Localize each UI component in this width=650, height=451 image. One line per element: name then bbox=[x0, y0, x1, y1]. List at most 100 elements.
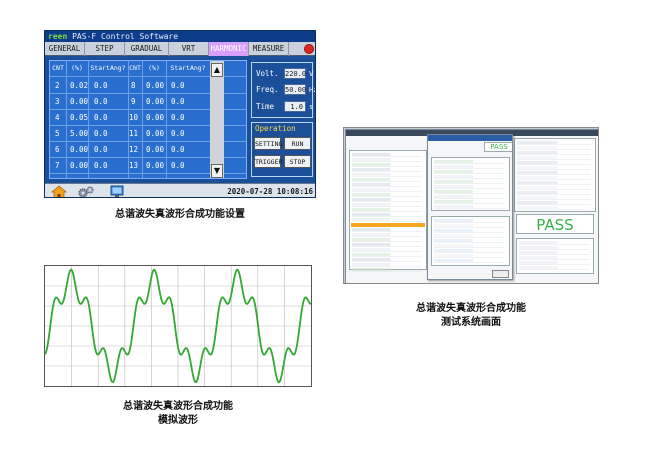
tab-gradual[interactable]: GRADUAL bbox=[125, 42, 169, 56]
table-cell-cnt: 7 bbox=[55, 161, 60, 170]
time-label: Time bbox=[256, 102, 275, 111]
list-item bbox=[517, 176, 591, 180]
operation-title: Operation bbox=[255, 124, 296, 133]
table-cell-angle[interactable]: 0.0 bbox=[94, 94, 108, 109]
table-cell-angle[interactable]: 0.0 bbox=[94, 126, 108, 141]
list-item bbox=[434, 200, 505, 204]
table-cell-angle[interactable]: 0.0 bbox=[94, 142, 108, 157]
stop-button[interactable]: STOP bbox=[284, 155, 311, 168]
list-item bbox=[434, 175, 505, 179]
list-item bbox=[352, 228, 422, 232]
tab-bar: GENERAL STEP GRADUAL VRT HARMONIC MEASUR… bbox=[45, 42, 315, 56]
list-item bbox=[434, 224, 505, 228]
table-cell-pct[interactable]: 0.00 bbox=[146, 78, 164, 93]
home-icon[interactable] bbox=[51, 185, 67, 198]
table-cell-pct[interactable]: 0.00 bbox=[70, 158, 88, 173]
table-cell-pct[interactable]: 5.00 bbox=[70, 126, 88, 141]
setting-button[interactable]: SETTING bbox=[254, 137, 282, 150]
table-cell-angle[interactable]: 0.0 bbox=[171, 142, 185, 157]
datetime-display: 2020-07-28 10:08:16 bbox=[227, 187, 313, 196]
scroll-up-button[interactable]: ▲ bbox=[211, 63, 223, 77]
waveform-plot bbox=[44, 265, 312, 387]
list-item bbox=[352, 158, 422, 162]
table-cell-cnt: 10 bbox=[129, 113, 139, 122]
caption-test-line2: 测试系统画面 bbox=[441, 317, 501, 328]
settings-gears-icon[interactable] bbox=[77, 185, 95, 198]
list-item bbox=[517, 151, 591, 155]
tab-measure[interactable]: MEASURE bbox=[249, 42, 289, 56]
title-bar: reen PAS-F Control Software bbox=[45, 31, 315, 42]
tab-harmonic[interactable]: HARMONIC bbox=[209, 42, 249, 56]
trigger-button[interactable]: TRIGGER bbox=[254, 155, 282, 168]
table-cell-pct[interactable]: 0.00 bbox=[70, 142, 88, 157]
table-cell-cnt: 5 bbox=[55, 129, 60, 138]
list-item bbox=[352, 263, 422, 267]
list-item bbox=[434, 170, 505, 174]
pass-indicator: PASS bbox=[516, 214, 594, 234]
list-item bbox=[519, 266, 589, 270]
table-cell-angle[interactable]: 0.0 bbox=[171, 126, 185, 141]
table-cell-pct[interactable]: 0.00 bbox=[146, 142, 164, 157]
table-scrollbar[interactable]: ▲ ▼ bbox=[210, 61, 224, 178]
list-item bbox=[519, 256, 589, 260]
list-item bbox=[434, 190, 505, 194]
time-field[interactable]: 1.0 bbox=[284, 101, 306, 112]
table-cell-pct[interactable]: 0.00 bbox=[146, 94, 164, 109]
test-list bbox=[349, 150, 427, 272]
harmonic-table: CNT (%) StartAng? CNT (%) StartAng? 2 0.… bbox=[49, 60, 247, 179]
list-item bbox=[352, 218, 422, 222]
table-cell-angle[interactable]: 0.0 bbox=[94, 78, 108, 93]
run-button[interactable]: RUN bbox=[284, 137, 311, 150]
freq-field[interactable]: 50.00 bbox=[284, 84, 306, 95]
tab-general[interactable]: GENERAL bbox=[45, 42, 85, 56]
table-cell-angle[interactable]: 0.0 bbox=[94, 158, 108, 173]
dialog-table-top bbox=[431, 157, 510, 211]
column-header: (%) bbox=[148, 64, 160, 72]
freq-unit: Hz bbox=[309, 86, 315, 94]
table-cell-pct[interactable]: 0.05 bbox=[70, 110, 88, 125]
test-system-screenshot: PASS PASS bbox=[343, 127, 599, 284]
caption-settings: 总谐波失真波形合成功能设置 bbox=[115, 209, 245, 220]
test-dialog: PASS bbox=[427, 134, 513, 280]
list-item bbox=[352, 203, 422, 207]
list-item bbox=[517, 161, 591, 165]
list-item bbox=[352, 258, 422, 262]
dialog-title bbox=[428, 135, 512, 141]
list-item bbox=[517, 146, 591, 150]
table-cell-pct[interactable]: 0.02 bbox=[70, 78, 88, 93]
list-item bbox=[352, 233, 422, 237]
column-header: (%) bbox=[71, 64, 83, 72]
display-icon[interactable] bbox=[109, 185, 125, 198]
column-header: StartAng? bbox=[170, 64, 206, 72]
table-cell-cnt: 12 bbox=[129, 145, 139, 154]
table-cell-cnt: 13 bbox=[129, 161, 139, 170]
list-item bbox=[352, 238, 422, 242]
table-cell-angle[interactable]: 0.0 bbox=[171, 94, 185, 109]
table-cell-angle[interactable]: 0.0 bbox=[171, 78, 185, 93]
table-cell-pct[interactable]: 0.00 bbox=[146, 110, 164, 125]
tab-step[interactable]: STEP bbox=[85, 42, 125, 56]
power-icon[interactable] bbox=[304, 44, 314, 54]
list-item bbox=[434, 185, 505, 189]
table-cell-pct[interactable]: 0.00 bbox=[70, 94, 88, 109]
table-cell-pct[interactable]: 0.00 bbox=[146, 126, 164, 141]
table-cell-cnt: 11 bbox=[129, 129, 139, 138]
time-unit: s bbox=[309, 103, 314, 111]
list-item bbox=[434, 244, 505, 248]
table-cell-angle[interactable]: 0.0 bbox=[171, 158, 185, 173]
operation-group: Operation SETTING RUN TRIGGER STOP bbox=[251, 122, 313, 177]
list-item bbox=[434, 160, 505, 164]
list-item bbox=[352, 173, 422, 177]
dialog-ok-button[interactable] bbox=[492, 270, 509, 278]
log-panel bbox=[516, 238, 594, 274]
volt-field[interactable]: 220.0 bbox=[284, 68, 306, 79]
scroll-down-button[interactable]: ▼ bbox=[211, 164, 223, 178]
list-item bbox=[517, 141, 591, 145]
table-cell-cnt: 3 bbox=[55, 97, 60, 106]
tab-vrt[interactable]: VRT bbox=[169, 42, 209, 56]
table-cell-pct[interactable]: 0.00 bbox=[146, 158, 164, 173]
table-cell-angle[interactable]: 0.0 bbox=[94, 110, 108, 125]
freq-label: Freq. bbox=[256, 85, 279, 94]
list-item bbox=[352, 198, 422, 202]
table-cell-angle[interactable]: 0.0 bbox=[171, 110, 185, 125]
